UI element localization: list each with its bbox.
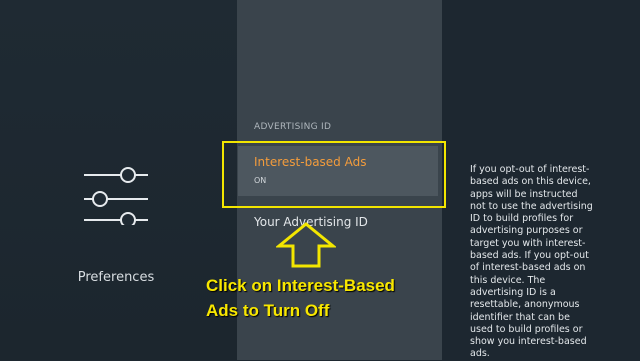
- annotation-line-2: Ads to Turn Off: [206, 301, 330, 320]
- sliders-icon: [80, 163, 152, 229]
- section-header-advertising-id: ADVERTISING ID: [254, 122, 332, 132]
- up-arrow-icon: [274, 222, 338, 272]
- annotation-text: Click on Interest-Based Ads to Turn Off: [206, 273, 395, 323]
- annotation-line-1: Click on Interest-Based: [206, 276, 395, 295]
- preferences-label[interactable]: Preferences: [74, 270, 158, 285]
- description-text: If you opt-out of interest-based ads on …: [470, 164, 593, 360]
- highlight-box: [222, 141, 446, 208]
